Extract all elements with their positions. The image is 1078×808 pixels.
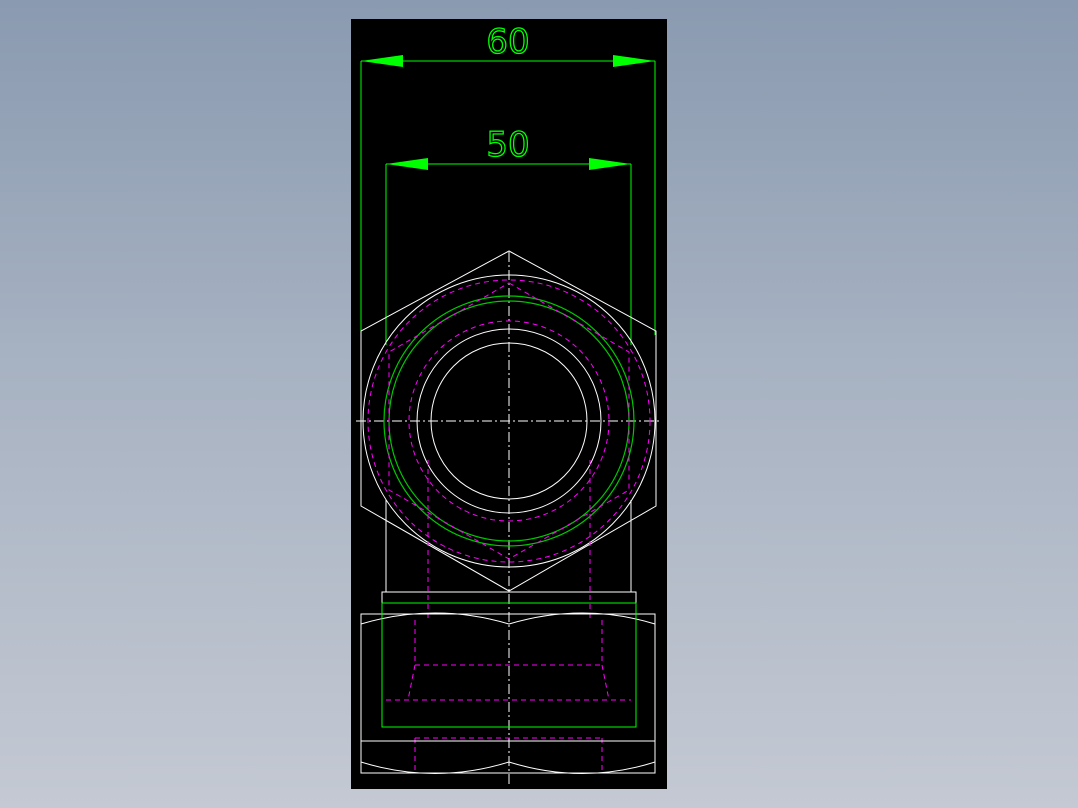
arrowhead-left <box>386 158 428 170</box>
nut-bottom-chamfer <box>360 761 656 774</box>
nut-body-rect <box>360 613 656 774</box>
nut-top-chamfer <box>360 612 656 625</box>
center-lines <box>356 252 662 785</box>
hidden-taper-right <box>601 664 610 701</box>
dimension-label-50: 50 <box>486 125 529 165</box>
dimension-60 <box>360 55 656 335</box>
dimension-label-60: 60 <box>486 22 529 62</box>
hidden-taper-left <box>407 664 416 701</box>
arrowhead-right <box>613 55 655 67</box>
cad-drawing: 60 50 <box>356 21 662 785</box>
arrowhead-right <box>589 158 631 170</box>
lower-fitting <box>360 591 656 774</box>
arrowhead-left <box>361 55 403 67</box>
